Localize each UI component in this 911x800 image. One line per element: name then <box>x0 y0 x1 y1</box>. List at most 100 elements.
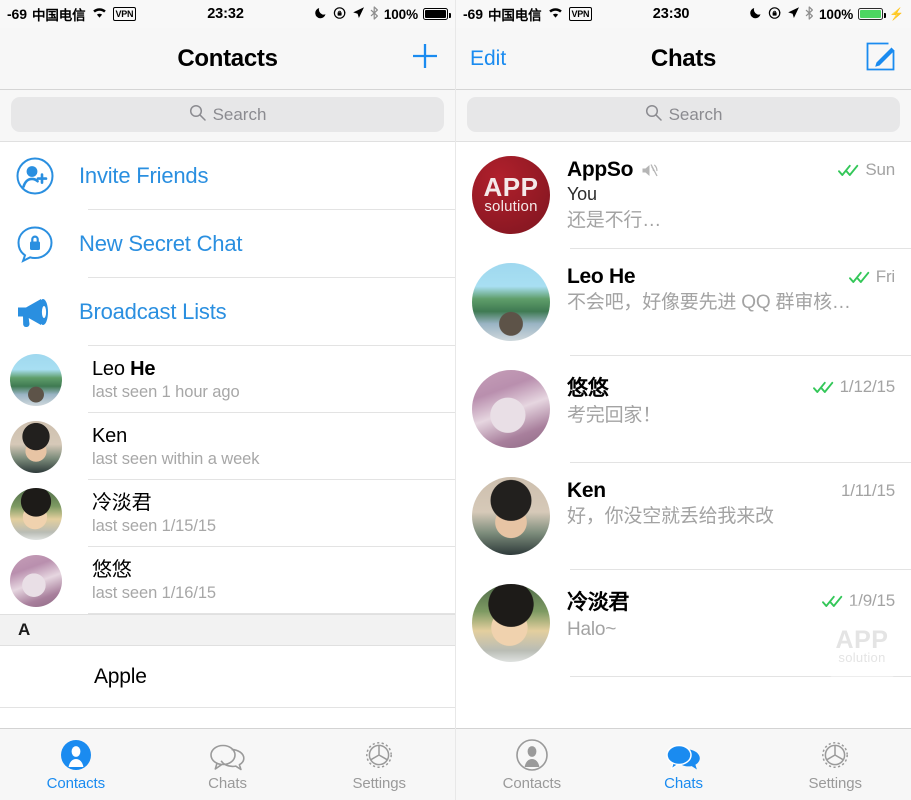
avatar <box>472 584 550 662</box>
signal-strength-label: -69 <box>7 6 27 22</box>
avatar <box>10 353 62 406</box>
chats-list: APP solution AppSo Sun You 还是不行… Leo He … <box>456 142 911 728</box>
avatar-logo-line1: APP <box>483 171 539 202</box>
chat-preview: 好，你没空就丢给我来改 <box>567 506 774 527</box>
chat-row[interactable]: 冷淡君 1/9/15 Halo~ <box>456 570 911 677</box>
chat-sender: You <box>567 184 597 204</box>
charging-bolt-icon: ⚡ <box>889 7 904 21</box>
chat-row[interactable]: 悠悠 1/12/15 考完回家！ <box>456 356 911 463</box>
chat-timestamp: Fri <box>875 267 895 286</box>
search-icon <box>645 104 662 126</box>
chat-name: 冷淡君 <box>567 591 630 614</box>
clock-label: 23:30 <box>652 6 690 22</box>
mute-icon <box>641 163 658 178</box>
search-input[interactable]: Search <box>467 97 900 132</box>
screenshot-comparison: -69 中国电信 VPN 23:32 100% Contacts Search … <box>0 0 911 800</box>
chat-name: 悠悠 <box>567 377 609 400</box>
carrier-label: 中国电信 <box>31 8 86 23</box>
action-label: New Secret Chat <box>79 231 243 256</box>
tab-label: Chats <box>664 774 703 792</box>
avatar <box>10 487 62 540</box>
bluetooth-icon <box>805 5 814 23</box>
avatar <box>10 554 62 607</box>
contact-name: Ken <box>92 425 127 447</box>
compose-button[interactable] <box>865 40 897 77</box>
chat-row[interactable]: Ken 1/11/15 好，你没空就丢给我来改 <box>456 463 911 570</box>
clock-label: 23:32 <box>207 6 244 22</box>
add-person-icon <box>14 155 56 197</box>
chat-bubbles-icon <box>665 738 703 772</box>
tab-bar: Contacts Chats Settings <box>0 728 455 800</box>
search-container: Search <box>456 90 911 142</box>
compose-icon <box>865 40 897 77</box>
megaphone-icon <box>14 291 56 333</box>
search-container: Search <box>0 90 455 142</box>
status-bar: -69 中国电信 VPN 23:32 100% <box>0 0 455 28</box>
chat-timestamp: 1/12/15 <box>839 377 896 396</box>
tab-label: Settings <box>808 774 862 792</box>
contact-row[interactable]: 悠悠 last seen 1/16/15 <box>0 547 455 614</box>
edit-button[interactable]: Edit <box>470 47 506 71</box>
contact-name: Apple <box>94 665 147 688</box>
page-title: Contacts <box>177 44 278 72</box>
person-icon <box>59 738 93 772</box>
chat-preview: 还是不行… <box>567 210 662 231</box>
search-icon <box>189 104 206 126</box>
chat-preview: 不会吧，好像要先进 QQ 群审核… <box>567 292 851 313</box>
contact-row[interactable]: Leo He last seen 1 hour ago <box>0 346 455 413</box>
chat-name: Ken <box>567 479 606 502</box>
avatar-logo-line2: solution <box>484 197 538 215</box>
contact-name: 冷淡君 <box>92 492 152 514</box>
contact-last-seen: last seen 1 hour ago <box>92 383 240 401</box>
chat-timestamp: 1/9/15 <box>848 591 895 610</box>
action-new-secret-chat[interactable]: New Secret Chat <box>0 210 455 278</box>
chat-timestamp: 1/11/15 <box>840 481 895 500</box>
moon-icon <box>315 6 328 22</box>
chat-name: AppSo <box>567 158 634 181</box>
tab-settings[interactable]: Settings <box>759 738 911 792</box>
carrier-label: 中国电信 <box>487 8 542 23</box>
tab-settings[interactable]: Settings <box>303 738 455 792</box>
tab-contacts[interactable]: Contacts <box>456 738 608 792</box>
avatar <box>472 263 550 341</box>
tab-chats[interactable]: Chats <box>152 738 304 792</box>
lock-chat-icon <box>14 223 56 265</box>
read-receipt-icon <box>848 271 871 284</box>
vpn-badge: VPN <box>568 7 593 21</box>
action-broadcast-lists[interactable]: Broadcast Lists <box>0 278 455 346</box>
battery-percent-label: 100% <box>819 6 854 22</box>
signal-strength-label: -69 <box>463 6 483 22</box>
chat-row[interactable]: APP solution AppSo Sun You 还是不行… <box>456 142 911 249</box>
phone-screen-chats: -69 中国电信 VPN 23:30 100% ⚡ Edit Chats Sea… <box>455 0 911 800</box>
read-receipt-icon <box>838 164 860 177</box>
contact-last-seen: last seen 1/16/15 <box>92 584 216 602</box>
bluetooth-icon <box>370 5 379 23</box>
tab-contacts[interactable]: Contacts <box>0 738 152 792</box>
avatar: APP solution <box>472 156 550 234</box>
chat-timestamp: Sun <box>865 160 895 179</box>
contact-row[interactable]: 冷淡君 last seen 1/15/15 <box>0 480 455 547</box>
nav-bar: Contacts <box>0 28 455 90</box>
avatar <box>472 477 550 555</box>
search-placeholder: Search <box>668 104 723 124</box>
status-bar: -69 中国电信 VPN 23:30 100% ⚡ <box>456 0 911 28</box>
chat-row[interactable]: Leo He Fri 不会吧，好像要先进 QQ 群审核… <box>456 249 911 356</box>
location-arrow-icon <box>787 6 800 22</box>
tab-bar: Contacts Chats Settings <box>456 728 911 800</box>
avatar <box>472 370 550 448</box>
wifi-icon <box>91 6 108 22</box>
page-title: Chats <box>650 44 717 72</box>
read-receipt-icon <box>821 595 844 608</box>
read-receipt-icon <box>812 381 835 394</box>
rotation-lock-icon <box>768 6 782 23</box>
contact-last-seen: last seen within a week <box>92 450 260 468</box>
action-label: Broadcast Lists <box>79 299 227 324</box>
contact-row[interactable]: Ken last seen within a week <box>0 413 455 480</box>
add-contact-button[interactable] <box>409 40 441 77</box>
tab-chats[interactable]: Chats <box>608 738 760 792</box>
action-invite-friends[interactable]: Invite Friends <box>0 142 455 210</box>
search-input[interactable]: Search <box>11 97 444 132</box>
contact-name: 悠悠 <box>92 559 132 581</box>
tab-label: Contacts <box>502 774 562 792</box>
contact-row-apple[interactable]: Apple <box>0 646 455 708</box>
